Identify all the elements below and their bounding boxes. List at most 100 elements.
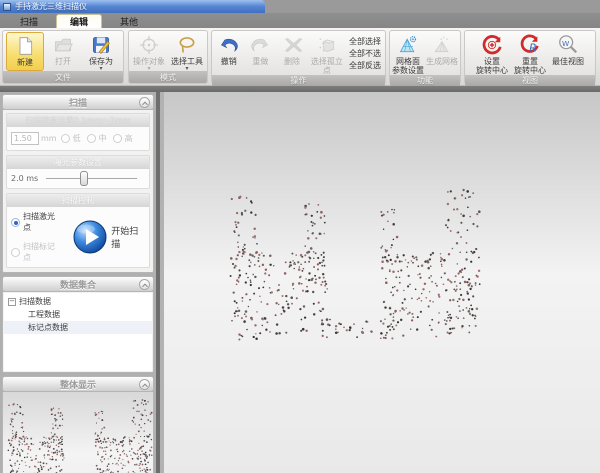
redo-button[interactable]: 重做 — [245, 32, 277, 75]
precision-low-label: 低 — [73, 133, 81, 144]
tree-child-label: 工程数据 — [28, 309, 60, 320]
open-button[interactable]: 打开 — [44, 32, 82, 71]
collapse-button[interactable] — [139, 279, 150, 290]
delete-button[interactable]: 删除 — [276, 32, 308, 75]
precision-high-radio[interactable] — [113, 134, 122, 143]
save-as-icon — [89, 34, 113, 56]
reset-rotation-center-button[interactable]: R 重置 旋转中心 — [511, 32, 549, 75]
svg-text:W: W — [562, 39, 569, 48]
new-document-icon — [13, 35, 37, 57]
data-tree: − 扫描数据 工程数据 标记点数据 — [4, 293, 152, 371]
ribbon-group-label-mode: 模式 — [129, 71, 207, 83]
overview-point-cloud — [3, 392, 154, 473]
precision-unit-label: mm — [41, 134, 57, 143]
window-title: 手持激光三维扫描仪 — [15, 1, 87, 12]
ribbon-group-mode: 操作对象 ▾ 选择工具 ▾ 模式 — [128, 30, 208, 84]
undo-icon — [217, 34, 241, 56]
data-collection-header: 数据集合 — [2, 276, 154, 292]
set-rotation-center-button[interactable]: 设置 旋转中心 — [473, 32, 511, 75]
point-cloud — [164, 92, 600, 473]
viewport-3d[interactable] — [164, 92, 600, 473]
collapse-button[interactable] — [139, 97, 150, 108]
precision-medium-radio[interactable] — [87, 134, 96, 143]
best-view-label: 最佳视图 — [552, 57, 584, 66]
deselect-all-button[interactable]: 全部不选 — [349, 49, 381, 59]
ribbon-group-file: 新建 打开 保存为 ▾ 文件 — [2, 30, 124, 84]
ribbon-group-label-view: 视图 — [465, 75, 595, 86]
mesh-settings-icon — [396, 34, 420, 56]
select-isolated-points-label: 选择孤立点 — [308, 57, 346, 75]
open-button-label: 打开 — [55, 57, 71, 66]
precision-input[interactable] — [11, 132, 39, 145]
new-button[interactable]: 新建 — [6, 32, 44, 71]
lasso-icon — [175, 34, 199, 56]
isolated-points-icon — [315, 34, 339, 56]
mesh-settings-button[interactable]: 网格面 参数设置 — [391, 32, 425, 75]
redo-icon — [248, 34, 272, 56]
precision-section-title: 扫描精度设置0.1mm～2mm — [7, 114, 149, 127]
data-collection-title: 数据集合 — [60, 278, 96, 291]
ribbon-group-label-function: 功能 — [390, 75, 460, 86]
scan-panel-header: 扫描 — [2, 94, 154, 110]
chevron-up-icon — [142, 383, 148, 389]
ribbon-group-function: 网格面 参数设置 生成网格 功能 — [389, 30, 461, 84]
exposure-slider-thumb[interactable] — [80, 171, 88, 186]
open-icon — [51, 34, 75, 56]
select-all-button[interactable]: 全部选择 — [349, 37, 381, 47]
title-bar-blue: 手持激光三维扫描仪 — [0, 0, 265, 13]
precision-section: 扫描精度设置0.1mm～2mm mm 低 中 高 — [6, 113, 150, 151]
precision-medium-label: 中 — [99, 133, 107, 144]
chevron-up-icon — [142, 283, 148, 289]
tab-scan[interactable]: 扫描 — [6, 14, 52, 28]
undo-label: 撤销 — [221, 57, 237, 66]
operate-object-icon — [137, 34, 161, 56]
start-scan-button[interactable] — [73, 220, 107, 254]
tree-root-label: 扫描数据 — [19, 296, 51, 307]
collapse-button[interactable] — [139, 379, 150, 390]
tree-node-project-data[interactable]: 工程数据 — [4, 308, 152, 321]
generate-mesh-icon — [430, 34, 454, 56]
exposure-section-title: 曝光参数设置 — [7, 156, 149, 169]
save-as-button[interactable]: 保存为 ▾ — [82, 32, 120, 71]
scan-marker-points-radio[interactable] — [11, 248, 20, 257]
ribbon-tab-strip: 扫描 编辑 其他 — [0, 13, 600, 28]
sidebar: 扫描 扫描精度设置0.1mm～2mm mm 低 中 高 — [0, 92, 160, 473]
select-tool-button[interactable]: 选择工具 ▾ — [168, 32, 206, 71]
scan-panel-body: 扫描精度设置0.1mm～2mm mm 低 中 高 曝光参数设置 — [2, 110, 154, 273]
best-view-button[interactable]: W 最佳视图 — [549, 32, 587, 75]
precision-low-radio[interactable] — [61, 134, 70, 143]
scan-control-section: 扫描控制 扫描激光点 扫描标记点 — [6, 193, 150, 268]
ribbon-group-label-file: 文件 — [3, 71, 123, 83]
title-bar: 手持激光三维扫描仪 — [0, 0, 600, 13]
ribbon-group-label-operation: 操作 — [212, 75, 385, 86]
select-all-column: 全部选择 全部不选 全部反选 — [346, 32, 384, 75]
generate-mesh-button[interactable]: 生成网格 — [425, 32, 459, 75]
svg-text:R: R — [529, 41, 537, 54]
undo-button[interactable]: 撤销 — [213, 32, 245, 75]
overview-panel: 整体显示 — [2, 376, 154, 473]
scan-laser-points-radio[interactable] — [11, 218, 20, 227]
generate-mesh-label: 生成网格 — [426, 57, 458, 66]
tree-child-label: 标记点数据 — [28, 322, 68, 333]
app-icon — [3, 3, 11, 11]
tab-edit[interactable]: 编辑 — [56, 14, 102, 28]
mesh-settings-label: 网格面 参数设置 — [392, 57, 424, 75]
scan-panel-title: 扫描 — [69, 96, 87, 109]
scan-control-row: 扫描激光点 扫描标记点 — [7, 207, 149, 267]
tab-other[interactable]: 其他 — [106, 14, 152, 28]
chevron-down-icon: ▾ — [147, 66, 150, 71]
application-window: 手持激光三维扫描仪 扫描 编辑 其他 新建 打开 — [0, 0, 600, 473]
tree-expander-icon[interactable]: − — [8, 298, 16, 306]
chevron-down-icon: ▾ — [185, 66, 188, 71]
scan-mode-options: 扫描激光点 扫描标记点 — [11, 211, 65, 263]
precision-high-label: 高 — [125, 133, 133, 144]
overview-title: 整体显示 — [60, 378, 96, 391]
exposure-slider[interactable] — [46, 178, 137, 179]
tree-node-marker-data[interactable]: 标记点数据 — [4, 321, 152, 334]
tree-node-scan-data[interactable]: − 扫描数据 — [4, 295, 152, 308]
select-isolated-points-button[interactable]: 选择孤立点 — [308, 32, 346, 75]
operate-object-button[interactable]: 操作对象 ▾ — [130, 32, 168, 71]
scan-marker-points-label: 扫描标记点 — [23, 241, 59, 263]
data-collection-body: − 扫描数据 工程数据 标记点数据 — [2, 292, 154, 373]
invert-selection-button[interactable]: 全部反选 — [349, 61, 381, 71]
